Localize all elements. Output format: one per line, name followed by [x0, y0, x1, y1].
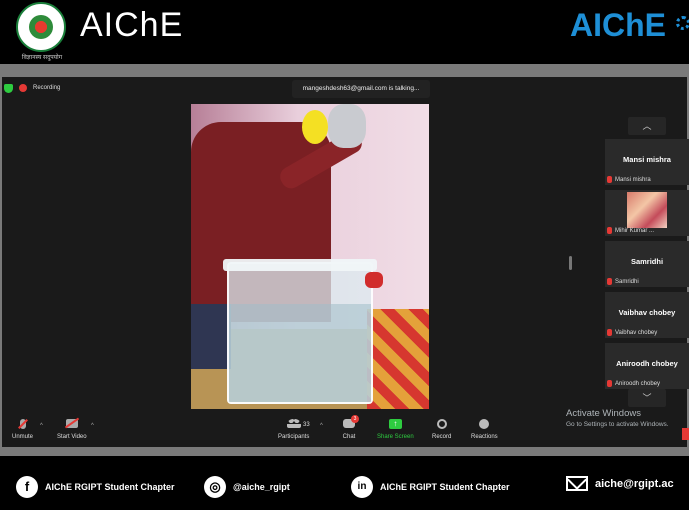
unmute-label: Unmute	[12, 434, 34, 440]
record-icon	[436, 419, 447, 429]
participant-tag-label: Aniroodh chobey	[615, 380, 661, 387]
participant-tag-label: Mansi mishra	[615, 176, 651, 183]
record-button[interactable]: Record	[432, 419, 451, 440]
participant-tag-label: Mihir Kumar ...	[615, 227, 655, 234]
watermark-title: Activate Windows	[566, 408, 641, 419]
mic-muted-icon	[607, 227, 612, 234]
participant-tile[interactable]: Samridhi Samridhi	[605, 241, 689, 287]
participant-name: Aniroodh chobey	[616, 359, 678, 368]
video-container-rim	[223, 259, 377, 271]
reactions-label: Reactions	[471, 434, 498, 440]
gallery-scroll-handle[interactable]	[569, 256, 572, 270]
mic-muted-icon	[607, 176, 612, 183]
instagram-label: @aiche_rgipt	[233, 482, 290, 492]
participant-tag: Vaibhav chobey	[607, 329, 657, 336]
recording-label: Recording	[33, 85, 61, 91]
top-banner: विज्ञानस्य सदुपयोग AIChE AIChE	[0, 0, 689, 64]
shield-icon[interactable]	[4, 83, 13, 93]
record-label: Record	[432, 434, 452, 440]
participants-label: Participants	[278, 434, 310, 440]
participant-tile[interactable]: Aniroodh chobey Aniroodh chobey	[605, 343, 689, 389]
start-video-label: Start Video	[57, 434, 87, 440]
recording-indicator: Recording	[4, 82, 60, 94]
participant-count: 33	[303, 422, 310, 428]
participant-tag: Mihir Kumar ...	[607, 227, 654, 234]
video-glove	[328, 104, 366, 148]
share-screen-button[interactable]: ↑ Share Screen	[377, 419, 414, 440]
email-link[interactable]: aiche@rgipt.ac	[566, 476, 674, 491]
chat-button[interactable]: 3 Chat	[342, 415, 359, 440]
instagram-link[interactable]: ◎ @aiche_rgipt	[204, 476, 290, 498]
watermark-subtitle: Go to Settings to activate Windows.	[566, 421, 669, 428]
mail-icon	[566, 476, 588, 491]
email-label: aiche@rgipt.ac	[595, 477, 674, 490]
record-dot-icon	[19, 84, 27, 92]
participant-tag: Samridhi	[607, 278, 639, 285]
reactions-button[interactable]: Reactions	[471, 419, 498, 440]
reactions-icon	[479, 419, 490, 429]
participant-name: Vaibhav chobey	[618, 308, 676, 317]
video-balloon	[302, 110, 328, 144]
participant-tag: Mansi mishra	[607, 176, 651, 183]
participant-strip: Mansi mishra Mansi mishra Mihir Kumar ..…	[605, 139, 689, 394]
video-off-icon	[65, 419, 78, 428]
mic-muted-icon	[607, 329, 612, 336]
participant-tag-label: Samridhi	[615, 278, 639, 285]
instagram-icon: ◎	[204, 476, 226, 498]
facebook-link[interactable]: f AIChE RGIPT Student Chapter	[16, 476, 175, 498]
scroll-up-button[interactable]: ︿	[628, 117, 666, 135]
mic-muted-icon	[19, 419, 26, 429]
participant-video-thumbnail	[627, 192, 667, 228]
share-screen-icon: ↑	[388, 419, 402, 429]
aiche-mark-icon	[676, 16, 689, 30]
video-options-caret[interactable]: ^	[91, 423, 94, 429]
share-screen-label: Share Screen	[377, 434, 414, 440]
participant-tag: Aniroodh chobey	[607, 380, 660, 387]
participant-tile[interactable]: Mihir Kumar ...	[605, 190, 689, 236]
linkedin-label: AIChE RGIPT Student Chapter	[380, 482, 510, 492]
mic-muted-icon	[607, 380, 612, 387]
video-water	[229, 304, 371, 402]
video-container-handle	[365, 272, 383, 288]
active-speaker-video[interactable]	[191, 104, 429, 409]
chat-label: Chat	[342, 434, 356, 440]
active-speaker-indicator: mangeshdesh63@gmail.com is talking...	[292, 80, 430, 98]
audio-options-caret[interactable]: ^	[40, 423, 43, 429]
seal-caption: विज्ञानस्य सदुपयोग	[21, 55, 63, 61]
aiche-logo-left: AIChE	[80, 6, 184, 44]
video-cloth	[367, 309, 429, 409]
participant-name: Mansi mishra	[623, 155, 671, 164]
institute-seal-logo	[16, 2, 66, 52]
start-video-button[interactable]: Start Video	[57, 419, 87, 440]
facebook-label: AIChE RGIPT Student Chapter	[45, 482, 175, 492]
video-jeans	[191, 304, 231, 369]
scroll-down-button[interactable]: ﹀	[628, 389, 666, 407]
participants-icon	[286, 419, 301, 428]
chat-unread-badge: 3	[351, 415, 359, 423]
linkedin-link[interactable]: in AIChE RGIPT Student Chapter	[351, 476, 510, 498]
participants-options-caret[interactable]: ^	[320, 423, 323, 429]
linkedin-icon: in	[351, 476, 373, 498]
activate-windows-watermark: Activate Windows Go to Settings to activ…	[566, 408, 669, 428]
facebook-icon: f	[16, 476, 38, 498]
aiche-logo-right: AIChE	[570, 7, 666, 43]
mic-muted-icon	[607, 278, 612, 285]
participant-tag-label: Vaibhav chobey	[615, 329, 658, 336]
participant-name: Samridhi	[630, 257, 664, 266]
unmute-button[interactable]: Unmute	[12, 419, 33, 440]
participant-tile[interactable]: Vaibhav chobey Vaibhav chobey	[605, 292, 689, 338]
participant-tile[interactable]: Mansi mishra Mansi mishra	[605, 139, 689, 185]
end-meeting-button[interactable]	[682, 428, 689, 440]
page: विज्ञानस्य सदुपयोग AIChE AIChE Recording…	[0, 0, 689, 510]
